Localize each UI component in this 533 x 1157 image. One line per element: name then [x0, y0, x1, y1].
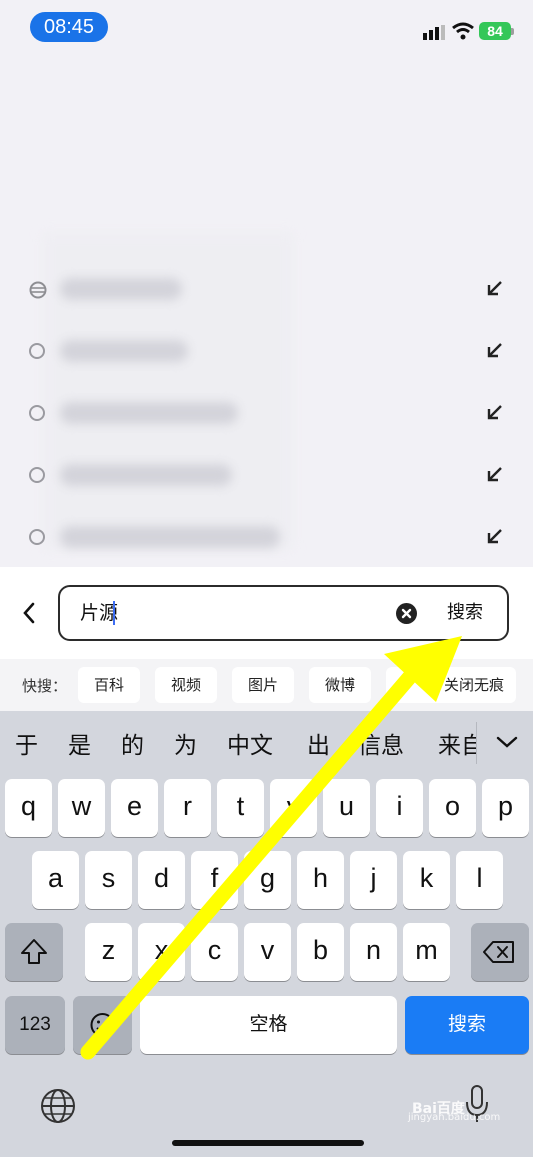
fill-arrow-icon[interactable]	[483, 340, 505, 362]
fill-arrow-icon[interactable]	[483, 402, 505, 424]
key-i[interactable]: i	[376, 779, 423, 837]
search-button[interactable]: 搜索	[447, 601, 483, 625]
clear-icon[interactable]	[396, 603, 417, 624]
key-e[interactable]: e	[111, 779, 158, 837]
key-f[interactable]: f	[191, 851, 238, 909]
candidate-word[interactable]: 的	[121, 730, 144, 762]
suggestion-text-blurred	[60, 402, 238, 424]
emoji-key[interactable]	[73, 996, 132, 1054]
history-icon	[29, 405, 45, 421]
candidate-word[interactable]: 于	[15, 730, 38, 762]
home-indicator[interactable]	[172, 1140, 364, 1146]
key-v[interactable]: v	[244, 923, 291, 981]
key-u[interactable]: u	[323, 779, 370, 837]
key-p[interactable]: p	[482, 779, 529, 837]
status-time: 08:45	[30, 12, 108, 42]
key-x[interactable]: x	[138, 923, 185, 981]
key-q[interactable]: q	[5, 779, 52, 837]
emoji-icon	[90, 1013, 115, 1037]
candidate-word[interactable]: 来自	[438, 730, 476, 762]
globe-icon	[29, 281, 47, 299]
text-cursor	[113, 601, 115, 625]
suggestion-row[interactable]	[0, 320, 533, 382]
key-r[interactable]: r	[164, 779, 211, 837]
candidate-word[interactable]: 为	[174, 730, 197, 762]
search-input[interactable]	[58, 585, 509, 641]
quick-chip-baike[interactable]: 百科	[78, 667, 140, 703]
numbers-key[interactable]: 123	[5, 996, 65, 1054]
key-n[interactable]: n	[350, 923, 397, 981]
suggestion-text-blurred	[60, 526, 280, 548]
chevron-left-icon[interactable]	[14, 598, 44, 628]
quick-chip-close-incognito[interactable]: 关闭无痕	[386, 667, 516, 703]
cellular-signal-icon	[423, 25, 445, 40]
history-icon	[29, 529, 45, 545]
suggestion-text-blurred	[60, 464, 232, 486]
quick-search-label: 快搜：	[22, 677, 68, 695]
history-icon	[29, 467, 45, 483]
suggestion-row[interactable]	[0, 382, 533, 444]
key-a[interactable]: a	[32, 851, 79, 909]
candidate-word[interactable]: 信息	[358, 730, 404, 762]
key-c[interactable]: c	[191, 923, 238, 981]
suggestion-row[interactable]	[0, 444, 533, 506]
delete-key[interactable]	[471, 923, 529, 981]
key-d[interactable]: d	[138, 851, 185, 909]
chevron-down-icon[interactable]	[493, 728, 521, 756]
fill-arrow-icon[interactable]	[483, 526, 505, 548]
key-s[interactable]: s	[85, 851, 132, 909]
key-z[interactable]: z	[85, 923, 132, 981]
quick-chip-weibo[interactable]: 微博	[309, 667, 371, 703]
candidate-word[interactable]: 中文	[227, 730, 273, 762]
suggestion-text-blurred	[60, 278, 182, 300]
key-g[interactable]: g	[244, 851, 291, 909]
key-w[interactable]: w	[58, 779, 105, 837]
backspace-icon	[483, 941, 514, 963]
history-icon	[29, 343, 45, 359]
quick-chip-video[interactable]: 视频	[155, 667, 217, 703]
key-j[interactable]: j	[350, 851, 397, 909]
watermark-text: jingyan.baidu.com	[408, 1112, 501, 1123]
fill-arrow-icon[interactable]	[483, 464, 505, 486]
key-b[interactable]: b	[297, 923, 344, 981]
candidate-divider	[476, 722, 477, 764]
shift-key[interactable]	[5, 923, 63, 981]
key-k[interactable]: k	[403, 851, 450, 909]
battery-cap	[511, 28, 514, 35]
suggestion-text-blurred	[60, 340, 188, 362]
key-h[interactable]: h	[297, 851, 344, 909]
fill-arrow-icon[interactable]	[483, 278, 505, 300]
key-l[interactable]: l	[456, 851, 503, 909]
quick-chip-image[interactable]: 图片	[232, 667, 294, 703]
wifi-icon	[452, 22, 474, 40]
key-y[interactable]: y	[270, 779, 317, 837]
shift-icon	[21, 939, 47, 964]
space-key[interactable]: 空格	[140, 996, 397, 1054]
key-t[interactable]: t	[217, 779, 264, 837]
globe-icon[interactable]	[40, 1088, 76, 1124]
candidate-word[interactable]: 是	[68, 730, 91, 762]
candidate-word[interactable]: 出	[307, 730, 330, 762]
keyboard-search-key[interactable]: 搜索	[405, 996, 529, 1054]
key-o[interactable]: o	[429, 779, 476, 837]
suggestion-row[interactable]	[0, 258, 533, 320]
key-m[interactable]: m	[403, 923, 450, 981]
battery-indicator: 84	[479, 22, 511, 40]
suggestion-row[interactable]	[0, 506, 533, 568]
